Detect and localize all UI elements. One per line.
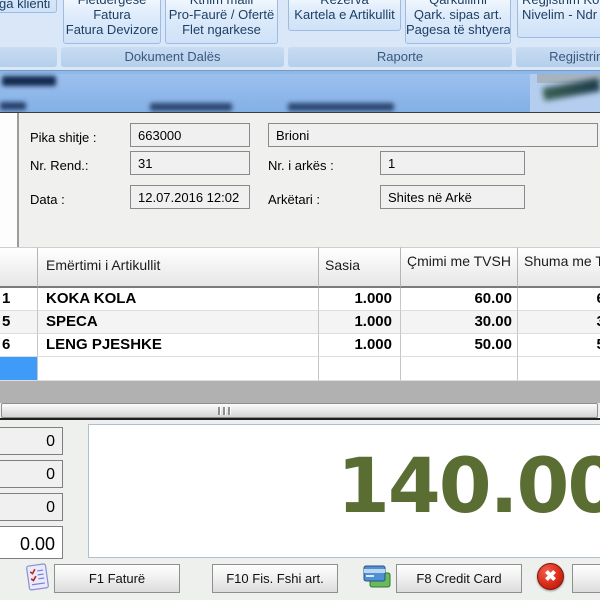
table-row[interactable]: 1 KOKA KOLA 1.000 60.00 60.00: [0, 288, 600, 311]
col-header-shuma[interactable]: Shuma me TVSH: [518, 247, 600, 288]
f10-fshi-art-button[interactable]: F10 Fis. Fshi art.: [212, 564, 338, 593]
ribbon-button-kthim-malli[interactable]: Kthim malli Pro-Faurë / Ofertë Flet ngar…: [165, 0, 278, 44]
ribbon-button-rezerva[interactable]: Rezerva Kartela e Artikullit: [288, 0, 401, 31]
pika-shitje-label: Pika shitje :: [30, 130, 96, 145]
partial-right-button[interactable]: [572, 564, 600, 593]
credit-card-icon: [362, 563, 392, 592]
col-header-emertimi[interactable]: Emërtimi i Artikullit: [38, 247, 319, 288]
arketari-field[interactable]: Shites në Arkë: [380, 185, 525, 209]
ribbon-button-regjistrim[interactable]: Regjistrim Ko Nivelim - Ndr: [517, 0, 600, 38]
totals-panel: 0 0 0 0.00 140.00 F1 Faturë F10 Fis. Fsh…: [0, 420, 600, 600]
close-icon[interactable]: ✖: [537, 563, 564, 590]
pika-shitje-name-field[interactable]: Brioni: [268, 123, 598, 147]
left-panel-edge: [0, 113, 19, 247]
blurred-subtext-left: [0, 102, 26, 110]
subtotal-field-2[interactable]: 0: [0, 460, 63, 488]
ribbon: ga klienti Fletdërgesë Fatura Fatura Dev…: [0, 0, 600, 71]
nr-rend-field[interactable]: 31: [130, 151, 250, 175]
table-row[interactable]: 6 LENG PJESHKE 1.000 50.00 50.00: [0, 334, 600, 357]
col-header-sasia[interactable]: Sasia: [319, 247, 401, 288]
invoice-checklist-icon: [22, 562, 52, 593]
data-label: Data :: [30, 192, 65, 207]
horizontal-splitter[interactable]: [1, 403, 598, 418]
articles-table: Emërtimi i Artikullit Sasia Çmimi me TVS…: [0, 247, 600, 403]
subtotal-field-3[interactable]: 0: [0, 493, 63, 521]
ribbon-group-left-fragment: [0, 47, 57, 67]
document-header-form: Pika shitje : 663000 Brioni Nr. Rend.: 3…: [0, 113, 600, 247]
nr-arkes-label: Nr. i arkës :: [268, 158, 334, 173]
window-titlebar: [0, 70, 600, 114]
pika-shitje-field[interactable]: 663000: [130, 123, 250, 147]
col-header-rownum[interactable]: [0, 247, 38, 288]
data-field[interactable]: 12.07.2016 12:02: [130, 185, 250, 209]
ribbon-button-client-payment[interactable]: ga klienti: [0, 0, 57, 13]
grand-total-display: 140.00: [88, 424, 600, 558]
table-row-new[interactable]: [0, 357, 600, 381]
blurred-title-text: [2, 76, 56, 86]
subtotal-field-1[interactable]: 0: [0, 427, 63, 455]
ribbon-button-fatura[interactable]: Fletdërgesë Fatura Fatura Devizore: [63, 0, 161, 44]
arketari-label: Arkëtari :: [268, 192, 320, 207]
ribbon-button-qarkullimi[interactable]: Qarkullimi Qark. sipas art. Pagesa të sh…: [405, 0, 511, 44]
grand-total-value: 140.00: [337, 441, 600, 530]
col-header-cmimi[interactable]: Çmimi me TVSH: [401, 247, 518, 288]
nr-rend-label: Nr. Rend.:: [30, 158, 89, 173]
blurred-subtext-mid2: [288, 103, 394, 111]
splitter-grip-icon: [218, 407, 231, 415]
nr-arkes-field[interactable]: 1: [380, 151, 525, 175]
f8-credit-card-button[interactable]: F8 Credit Card: [396, 564, 522, 593]
selected-row-indicator: [0, 357, 38, 381]
ribbon-group-regjistrim: Regjistrim: [516, 47, 600, 67]
table-row[interactable]: 5 SPECA 1.000 30.00 30.00: [0, 311, 600, 334]
change-amount-field[interactable]: 0.00: [0, 526, 63, 559]
pos-window: ga klienti Fletdërgesë Fatura Fatura Dev…: [0, 0, 600, 600]
ribbon-group-raporte: Raporte: [288, 47, 512, 67]
f1-fature-button[interactable]: F1 Faturë: [54, 564, 180, 593]
blurred-subtext-mid1: [150, 103, 232, 111]
ribbon-group-dokument-dales: Dokument Dalës: [61, 47, 284, 67]
